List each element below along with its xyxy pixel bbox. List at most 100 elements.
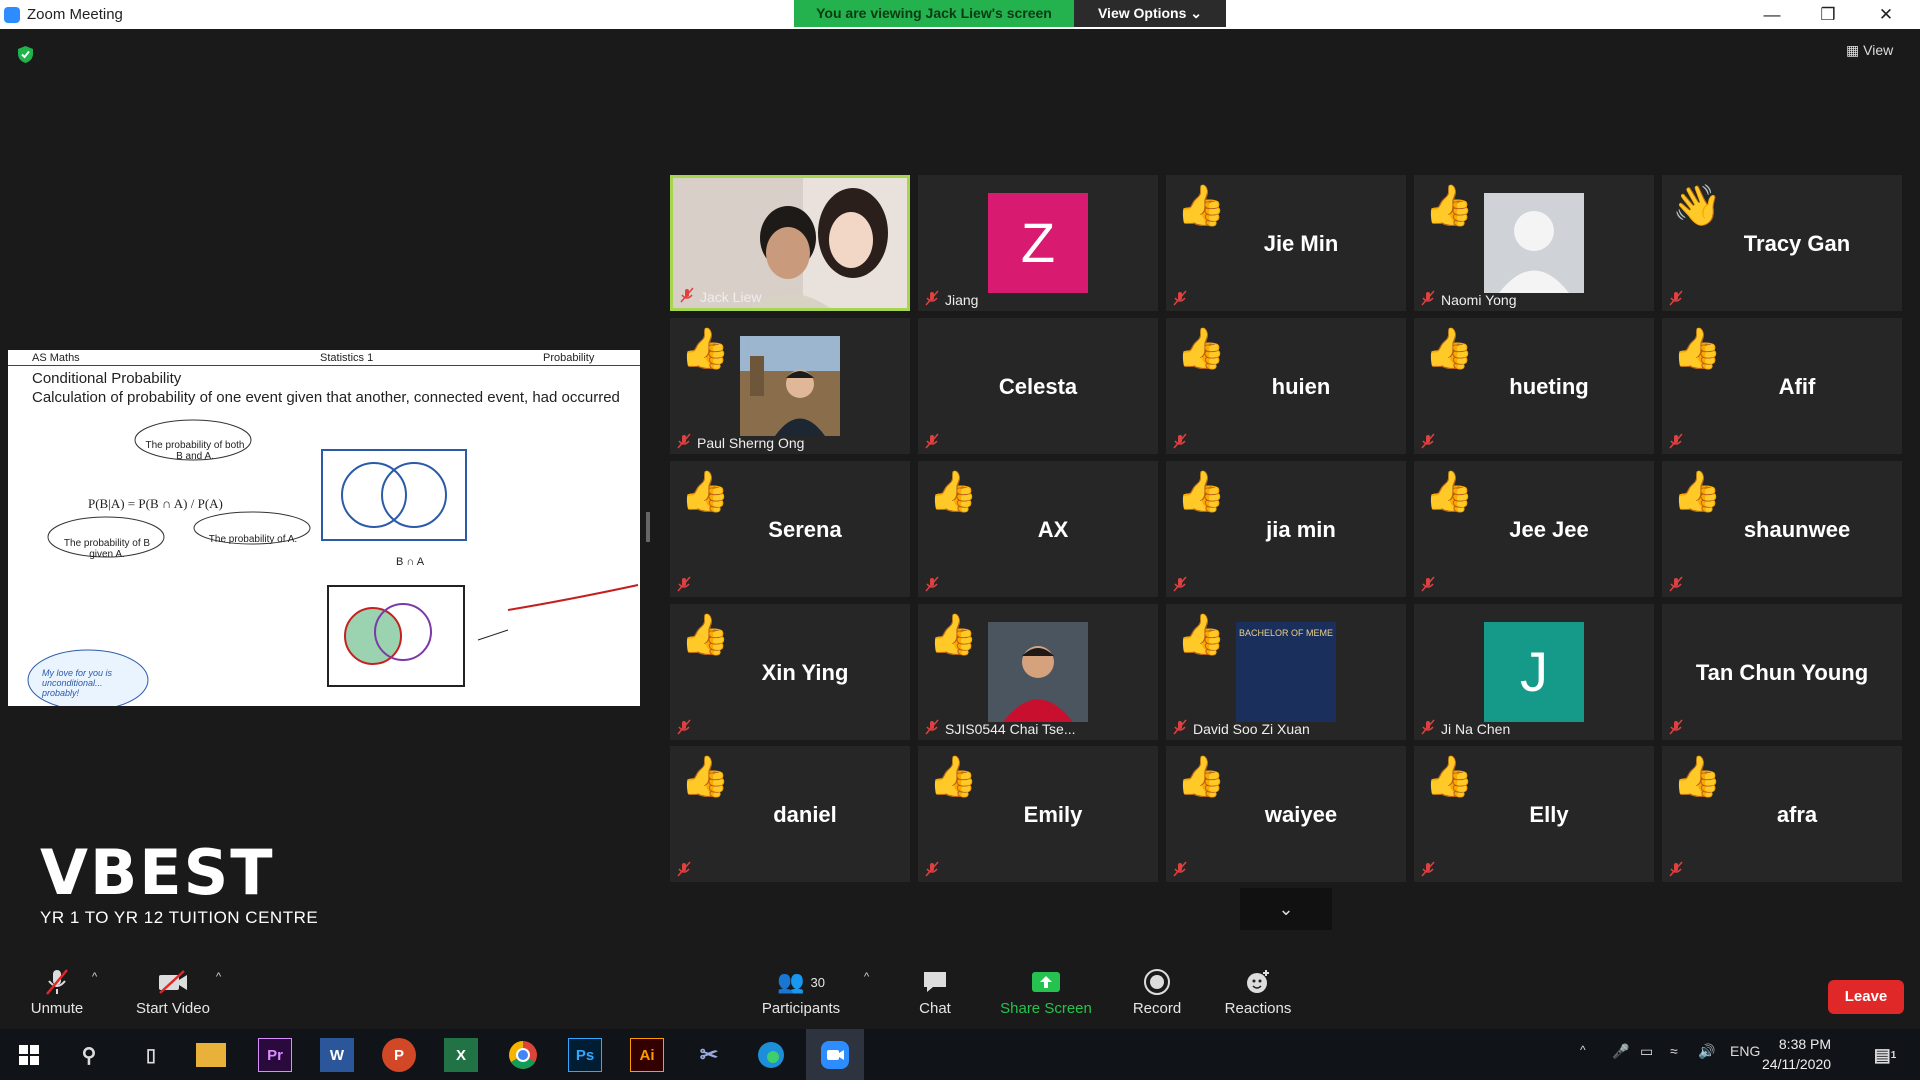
participants-icon: 👥: [777, 969, 805, 994]
participants-button[interactable]: 👥 30 Participants: [756, 964, 846, 1017]
wifi-icon[interactable]: ≈: [1670, 1043, 1678, 1059]
participant-tile[interactable]: Serena 👍: [670, 461, 910, 597]
venn-caption: B ∩ A: [396, 556, 425, 568]
participant-tile[interactable]: Elly 👍: [1414, 746, 1654, 882]
volume-icon[interactable]: 🔊: [1698, 1043, 1715, 1060]
start-video-button[interactable]: Start Video: [130, 964, 216, 1017]
illustrator-icon[interactable]: Ai: [630, 1038, 664, 1072]
language-indicator[interactable]: ENG: [1730, 1043, 1760, 1059]
participant-caption: David Soo Zi Xuan: [1193, 721, 1310, 737]
muted-microphone-icon: [924, 576, 940, 592]
leave-button[interactable]: Leave: [1828, 980, 1904, 1014]
minimize-button[interactable]: —: [1744, 0, 1800, 29]
participant-tile[interactable]: shaunwee 👍: [1662, 461, 1902, 597]
participant-tile[interactable]: Emily 👍: [918, 746, 1158, 882]
encryption-shield-icon[interactable]: [17, 45, 34, 64]
participant-tile[interactable]: waiyee 👍: [1166, 746, 1406, 882]
participant-name: huien: [1271, 374, 1331, 399]
avatar: [740, 336, 840, 436]
notifications-icon[interactable]: ▤ 1: [1868, 1038, 1902, 1072]
thumbs-up-icon: 👍: [928, 613, 978, 657]
system-clock[interactable]: 8:38 PM 24/11/2020: [1762, 1034, 1831, 1074]
muted-microphone-icon: [1420, 719, 1436, 735]
participant-caption: SJIS0544 Chai Tse...: [945, 721, 1076, 737]
share-screen-icon: [1032, 972, 1060, 992]
window-title: Zoom Meeting: [27, 6, 123, 23]
snipping-tool-icon[interactable]: ✂: [692, 1038, 726, 1072]
file-explorer-icon[interactable]: [196, 1043, 226, 1067]
participant-tile[interactable]: huien 👍: [1166, 318, 1406, 454]
participant-tile[interactable]: Z Jiang: [918, 175, 1158, 311]
microphone-tray-icon[interactable]: 🎤: [1612, 1043, 1629, 1060]
next-page-chevron-icon[interactable]: ⌄: [1240, 888, 1332, 930]
chrome-icon[interactable]: [506, 1038, 540, 1072]
thumbs-up-icon: 👍: [1672, 755, 1722, 799]
excel-icon[interactable]: X: [444, 1038, 478, 1072]
audio-options-caret-icon[interactable]: ^: [92, 971, 97, 983]
word-icon[interactable]: W: [320, 1038, 354, 1072]
participant-tile[interactable]: 👍 Paul Sherng Ong: [670, 318, 910, 454]
muted-microphone-icon: [1420, 861, 1436, 877]
participant-tile[interactable]: Jie Min 👍: [1166, 175, 1406, 311]
zoom-taskbar-icon[interactable]: [806, 1029, 864, 1080]
title-bar: Zoom Meeting You are viewing Jack Liew's…: [0, 0, 1920, 29]
share-screen-button[interactable]: Share Screen: [996, 964, 1096, 1017]
thumbs-up-icon: 👍: [1176, 613, 1226, 657]
bubble-prob-a: The probability of A.: [208, 534, 298, 545]
participant-tile[interactable]: 👍 Naomi Yong: [1414, 175, 1654, 311]
participant-tile[interactable]: Tracy Gan 👋: [1662, 175, 1902, 311]
view-options-button[interactable]: View Options ⌄: [1074, 0, 1226, 27]
participant-tile[interactable]: Afif 👍: [1662, 318, 1902, 454]
chat-button[interactable]: Chat: [900, 964, 970, 1017]
logo-name: VBEST: [40, 836, 275, 909]
reactions-button[interactable]: Reactions: [1218, 964, 1298, 1017]
participant-tile[interactable]: J Ji Na Chen: [1414, 604, 1654, 740]
participant-tile[interactable]: daniel 👍: [670, 746, 910, 882]
participant-tile[interactable]: afra 👍: [1662, 746, 1902, 882]
muted-microphone-icon: [924, 433, 940, 449]
photoshop-icon[interactable]: Ps: [568, 1038, 602, 1072]
thumbs-up-icon: 👍: [1424, 327, 1474, 371]
share-header-mid: Statistics 1: [320, 352, 374, 364]
participant-tile[interactable]: hueting 👍: [1414, 318, 1654, 454]
powerpoint-icon[interactable]: P: [382, 1038, 416, 1072]
record-button[interactable]: Record: [1122, 964, 1192, 1017]
participants-caret-icon[interactable]: ^: [864, 971, 869, 983]
participant-tile[interactable]: BACHELOR OF MEME 👍 David Soo Zi Xuan: [1166, 604, 1406, 740]
view-switch-button[interactable]: ▦ View: [1846, 42, 1893, 59]
record-icon: [1144, 969, 1170, 995]
participant-tile[interactable]: jia min 👍: [1166, 461, 1406, 597]
thumbs-up-icon: 👍: [1424, 184, 1474, 228]
search-icon[interactable]: ⚲: [72, 1038, 106, 1072]
handwritten-note: My love for you is unconditional... prob…: [42, 668, 113, 698]
close-button[interactable]: ✕: [1858, 0, 1914, 29]
windows-start-icon[interactable]: [12, 1038, 46, 1072]
unmute-button[interactable]: Unmute: [22, 964, 92, 1017]
participant-tile[interactable]: Jee Jee 👍: [1414, 461, 1654, 597]
muted-microphone-icon: [924, 290, 940, 306]
participant-tile[interactable]: AX 👍: [918, 461, 1158, 597]
participant-name: Jee Jee: [1509, 517, 1589, 542]
participant-name: Afif: [1778, 374, 1816, 399]
participant-name: Xin Ying: [761, 660, 849, 685]
participant-tile[interactable]: Jack Liew: [670, 175, 910, 311]
muted-microphone-icon: [676, 719, 692, 735]
split-divider-handle[interactable]: [646, 512, 650, 542]
participant-tile[interactable]: Celesta: [918, 318, 1158, 454]
participant-tile[interactable]: 👍 SJIS0544 Chai Tse...: [918, 604, 1158, 740]
video-options-caret-icon[interactable]: ^: [216, 971, 221, 983]
avatar: [988, 622, 1088, 722]
windows-taskbar: ⚲ ▯ Pr W P X Ps Ai ✂ ^ 🎤 ▭ ≈ 🔊 ENG 8:38 …: [0, 1029, 1920, 1080]
task-view-icon[interactable]: ▯: [134, 1038, 168, 1072]
premiere-icon[interactable]: Pr: [258, 1038, 292, 1072]
muted-microphone-icon: [1668, 719, 1684, 735]
participant-tile[interactable]: Tan Chun Young: [1662, 604, 1902, 740]
participant-tile[interactable]: Xin Ying 👍: [670, 604, 910, 740]
maximize-button[interactable]: ❒: [1800, 0, 1856, 29]
battery-icon[interactable]: ▭: [1640, 1043, 1653, 1060]
edge-icon[interactable]: [754, 1038, 788, 1072]
muted-microphone-icon: [679, 287, 695, 303]
tray-chevron-icon[interactable]: ^: [1580, 1043, 1586, 1057]
participant-name: Emily: [1023, 802, 1083, 827]
avatar: BACHELOR OF MEME: [1236, 622, 1336, 722]
